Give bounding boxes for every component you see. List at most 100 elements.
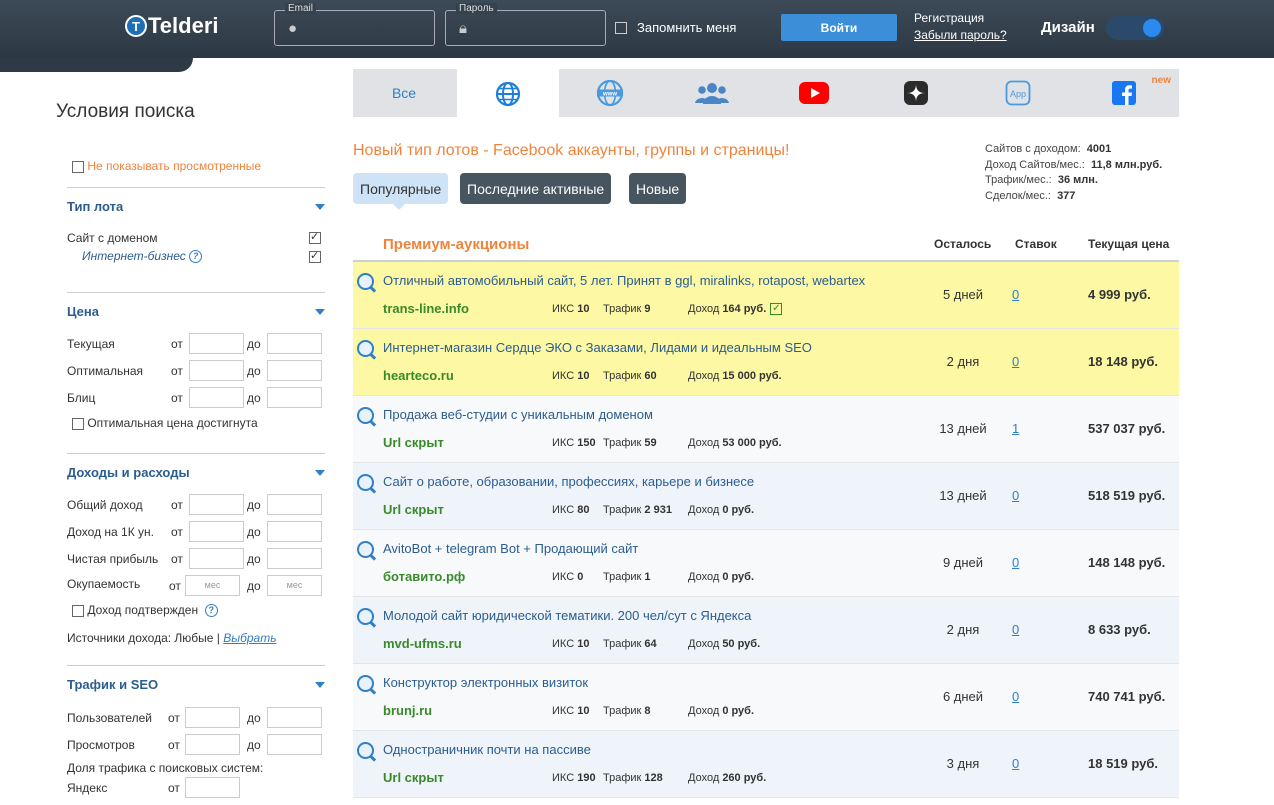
- login-button[interactable]: Войти: [781, 14, 897, 41]
- bids-count-link[interactable]: 0: [1012, 354, 1019, 369]
- user-icon: ●: [288, 20, 298, 37]
- lot-title-link[interactable]: Интернет-магазин Сердце ЭКО с Заказами, …: [383, 340, 905, 355]
- table-row[interactable]: Одностраничник почти на пассиве Url скрыт…: [353, 731, 1179, 798]
- collapse-arrow-icon[interactable]: [315, 470, 325, 476]
- table-row[interactable]: Молодой сайт юридической тематики. 200 ч…: [353, 597, 1179, 664]
- tab-facebook[interactable]: new: [1069, 69, 1179, 117]
- lot-title-link[interactable]: Одностраничник почти на пассиве: [383, 742, 905, 757]
- collapse-arrow-icon[interactable]: [315, 309, 325, 315]
- tab-groups[interactable]: [661, 69, 763, 117]
- net-profit-to-input[interactable]: [267, 548, 322, 569]
- register-link[interactable]: Регистрация: [914, 11, 984, 25]
- bids-header[interactable]: Ставок: [1015, 237, 1057, 251]
- lot-title-link[interactable]: Конструктор электронных визиток: [383, 675, 905, 690]
- filter-popular[interactable]: Популярные: [353, 173, 449, 210]
- income-label: Доход: [688, 571, 720, 583]
- lot-domain[interactable]: mvd-ufms.ru: [383, 636, 462, 651]
- payback-from-input[interactable]: мес: [185, 575, 240, 596]
- lot-title-link[interactable]: AvitoBot + telegram Bot + Продающий сайт: [383, 541, 905, 556]
- remaining-header[interactable]: Осталось: [934, 237, 991, 251]
- lot-domain[interactable]: Url скрыт: [383, 502, 444, 517]
- tab-sites[interactable]: [457, 69, 559, 118]
- table-row[interactable]: Продажа веб-студии с уникальным доменом U…: [353, 396, 1179, 463]
- lot-domain[interactable]: trans-line.info: [383, 301, 469, 316]
- table-row[interactable]: Конструктор электронных визиток brunj.ru И…: [353, 664, 1179, 731]
- tab-apps[interactable]: App: [967, 69, 1069, 117]
- remember-checkbox[interactable]: [615, 21, 627, 34]
- bids-count-link[interactable]: 1: [1012, 421, 1019, 436]
- lot-domain[interactable]: brunj.ru: [383, 703, 432, 718]
- telderi-logo[interactable]: T Telderi: [125, 10, 219, 42]
- income-confirmed[interactable]: Доход подтвержден ?: [72, 603, 218, 618]
- income-confirmed-checkbox[interactable]: [72, 604, 84, 617]
- total-income-from-input[interactable]: [189, 494, 244, 515]
- price-current-to-input[interactable]: [267, 333, 322, 354]
- price-optimal-from-input[interactable]: [189, 360, 244, 381]
- lot-type-heading[interactable]: Тип лота: [67, 199, 123, 214]
- lot-title-link[interactable]: Сайт о работе, образовании, профессиях, …: [383, 474, 905, 489]
- hide-viewed[interactable]: Не показывать просмотренные: [72, 159, 261, 173]
- price-blitz-from-input[interactable]: [189, 387, 244, 408]
- net-profit-from-input[interactable]: [189, 548, 244, 569]
- lot-title-link[interactable]: Продажа веб-студии с уникальным доменом: [383, 407, 905, 422]
- income-1k-from-input[interactable]: [189, 521, 244, 542]
- help-icon[interactable]: ?: [204, 604, 218, 618]
- bids-count-link[interactable]: 0: [1012, 287, 1019, 302]
- yandex-from-input[interactable]: [185, 777, 240, 798]
- tab-domains[interactable]: www: [559, 69, 661, 117]
- tab-all[interactable]: Все: [353, 69, 455, 117]
- tab-zen[interactable]: [865, 69, 967, 117]
- lot-domain[interactable]: Url скрыт: [383, 770, 444, 785]
- traffic-value: 8: [644, 705, 651, 717]
- remember-me[interactable]: Запомнить меня: [615, 20, 736, 35]
- price-current-from-input[interactable]: [189, 333, 244, 354]
- iks-value: 150: [577, 437, 596, 449]
- lot-domain[interactable]: Url скрыт: [383, 435, 444, 450]
- to-label: до: [247, 711, 261, 725]
- filter-recent[interactable]: Последние активные: [460, 173, 612, 204]
- payback-to-input[interactable]: мес: [267, 575, 322, 596]
- optimal-reached[interactable]: Оптимальная цена достигнута: [72, 416, 258, 430]
- bids-count-link[interactable]: 0: [1012, 555, 1019, 570]
- bids-count-link[interactable]: 0: [1012, 622, 1019, 637]
- price-blitz-to-input[interactable]: [267, 387, 322, 408]
- collapse-arrow-icon[interactable]: [315, 204, 325, 210]
- optimal-reached-checkbox[interactable]: [72, 417, 84, 430]
- users-from-input[interactable]: [185, 707, 240, 728]
- help-icon[interactable]: ?: [189, 250, 203, 264]
- lot-domain[interactable]: ботавито.рф: [383, 569, 465, 584]
- hide-viewed-checkbox[interactable]: [72, 160, 84, 173]
- lot-title-link[interactable]: Молодой сайт юридической тематики. 200 ч…: [383, 608, 905, 623]
- table-row[interactable]: Интернет-магазин Сердце ЭКО с Заказами, …: [353, 329, 1179, 396]
- design-toggle[interactable]: [1106, 16, 1164, 40]
- internet-business-checkbox[interactable]: [309, 249, 321, 263]
- income-1k-to-input[interactable]: [267, 521, 322, 542]
- traffic-heading[interactable]: Трафик и SEO: [67, 677, 158, 692]
- email-field[interactable]: Email ●: [274, 3, 435, 46]
- total-income-to-input[interactable]: [267, 494, 322, 515]
- price-heading[interactable]: Цена: [67, 304, 99, 319]
- table-row[interactable]: AvitoBot + telegram Bot + Продающий сайт…: [353, 530, 1179, 597]
- users-to-input[interactable]: [267, 707, 322, 728]
- site-with-domain-checkbox[interactable]: [309, 230, 321, 244]
- choose-sources-link[interactable]: Выбрать: [223, 631, 276, 645]
- iks-label: ИКС: [552, 370, 575, 382]
- bids-count-link[interactable]: 0: [1012, 488, 1019, 503]
- password-field[interactable]: Пароль 🔒︎: [445, 3, 606, 46]
- price-optimal-to-input[interactable]: [267, 360, 322, 381]
- income-heading[interactable]: Доходы и расходы: [67, 465, 190, 480]
- table-row[interactable]: Сайт о работе, образовании, профессиях, …: [353, 463, 1179, 530]
- bids-count-link[interactable]: 0: [1012, 756, 1019, 771]
- promo-link[interactable]: Новый тип лотов - Facebook аккаунты, гру…: [353, 142, 790, 160]
- table-row[interactable]: Отличный автомобильный сайт, 5 лет. Прин…: [353, 262, 1179, 329]
- views-from-input[interactable]: [185, 734, 240, 755]
- bids-count-link[interactable]: 0: [1012, 689, 1019, 704]
- collapse-arrow-icon[interactable]: [315, 682, 325, 688]
- filter-new[interactable]: Новые: [629, 173, 687, 204]
- tab-youtube[interactable]: [763, 69, 865, 117]
- views-to-input[interactable]: [267, 734, 322, 755]
- price-header[interactable]: Текущая цена: [1088, 237, 1169, 251]
- lot-domain[interactable]: hearteco.ru: [383, 368, 454, 383]
- forgot-password-link[interactable]: Забыли пароль?: [914, 28, 1007, 42]
- lot-title-link[interactable]: Отличный автомобильный сайт, 5 лет. Прин…: [383, 273, 905, 288]
